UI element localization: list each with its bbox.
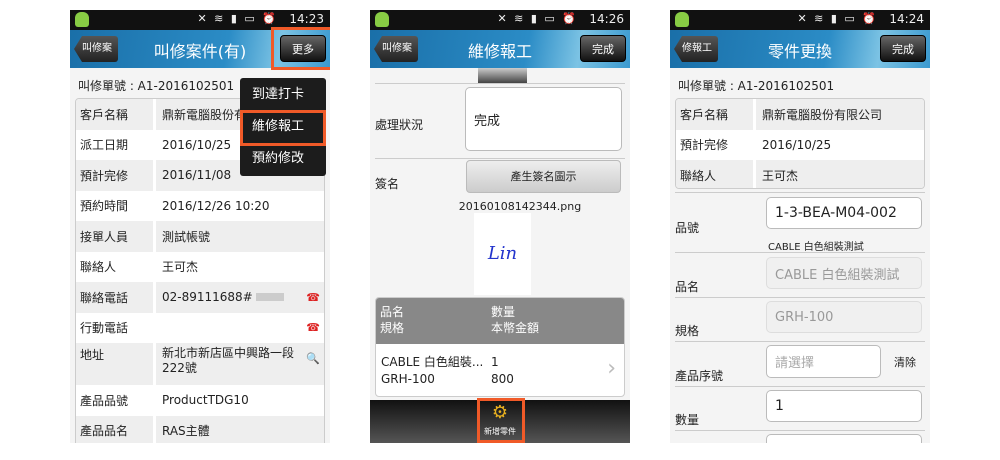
part-name-label: 品名 <box>675 280 700 294</box>
highlight-box <box>240 110 326 146</box>
row-value: RAS主體 <box>162 424 210 439</box>
chevron-right-icon: › <box>607 356 616 381</box>
table-row: 產品品名 RAS主體 <box>76 415 324 443</box>
status-field[interactable]: 完成 <box>465 87 622 151</box>
row-label: 產品品名 <box>76 415 156 443</box>
serial-label: 產品序號 <box>675 369 724 383</box>
signature-filename: 20160108142344.png <box>458 200 582 213</box>
phone-call-icon[interactable]: ☎ <box>306 321 320 334</box>
col-amount: 本幣金額 <box>491 321 540 335</box>
status-bar: ✕ ≋ ▮ ▭ ⏰ 14:26 <box>370 10 630 30</box>
part-spec: GRH-100 <box>381 372 435 386</box>
part-name-input: CABLE 白色組裝測試 <box>766 257 922 289</box>
status-icons: ✕ ≋ ▮ ▭ ⏰ <box>797 12 878 25</box>
row-label: 產品品號 <box>76 385 156 416</box>
android-icon <box>375 12 389 27</box>
row-label: 行動電話 <box>76 312 156 343</box>
status-icons: ✕ ≋ ▮ ▭ ⏰ <box>197 12 278 25</box>
row-value: ProductTDG10 <box>162 393 249 408</box>
row-value: 鼎新電腦股份有限公司 <box>762 107 883 122</box>
row-value: 王可杰 <box>762 168 799 183</box>
table-row: 產品品號 ProductTDG10 <box>76 385 324 416</box>
row-label: 預約時間 <box>76 190 156 221</box>
parts-table: 品名規格 數量本幣金額 CABLE 白色組裝... GRH-100 1 800 › <box>375 297 625 397</box>
order-number: 叫修單號 : A1-2016102501 <box>78 79 235 93</box>
row-label: 接單人員 <box>76 221 156 252</box>
row-label: 聯絡電話 <box>76 282 156 313</box>
map-search-icon[interactable]: 🔍 <box>306 351 320 366</box>
row-value: 新北市新店區中興路一段222號 <box>162 346 295 375</box>
part-row[interactable]: CABLE 白色組裝... GRH-100 1 800 › <box>376 344 624 396</box>
row-value: 測試帳號 <box>162 229 211 244</box>
row-value: 2016/10/25 <box>762 137 832 152</box>
next-input[interactable] <box>766 434 922 443</box>
qty-label: 數量 <box>675 413 700 427</box>
clear-button[interactable]: 清除 <box>894 354 916 370</box>
spec-input: GRH-100 <box>766 301 922 333</box>
status-icons: ✕ ≋ ▮ ▭ ⏰ <box>497 12 578 25</box>
serial-select[interactable]: 請選擇 <box>766 345 881 378</box>
redacted-extension <box>255 293 284 302</box>
row-label: 聯絡人 <box>676 160 756 188</box>
col-spec: 規格 <box>380 321 405 335</box>
phone-screen-case: ✕ ≋ ▮ ▭ ⏰ 14:23 叫修案 叫修案件(有) 更多 叫修單號 : A1-… <box>70 10 330 443</box>
highlight-box <box>477 398 525 443</box>
table-row: 接單人員 測試帳號 <box>76 221 324 252</box>
status-bar: ✕ ≋ ▮ ▭ ⏰ 14:24 <box>670 10 930 30</box>
done-button[interactable]: 完成 <box>880 35 926 62</box>
table-row: 聯絡人 王可杰 <box>76 251 324 282</box>
table-row: 客戶名稱 鼎新電腦股份有限公司 <box>676 99 924 130</box>
table-row: 聯絡電話 02-89111688# ☎ <box>76 282 324 313</box>
row-label: 聯絡人 <box>76 251 156 282</box>
android-icon <box>675 12 689 27</box>
clock: 14:23 <box>289 12 324 26</box>
part-qty: 1 <box>491 355 499 369</box>
order-number: 叫修單號 : A1-2016102501 <box>678 79 835 93</box>
row-label: 客戶名稱 <box>76 99 156 130</box>
table-row: 地址 新北市新店區中興路一段222號 🔍 <box>76 343 324 385</box>
part-no-description: CABLE 白色組裝測試 <box>768 242 864 253</box>
row-label: 客戶名稱 <box>676 99 756 130</box>
phone-call-icon[interactable]: ☎ <box>306 291 320 304</box>
android-icon <box>75 12 89 27</box>
table-row: 行動電話 ☎ <box>76 312 324 343</box>
generate-signature-button[interactable]: 產生簽名圖示 <box>466 160 621 193</box>
phone-screen-part-replace: ✕ ≋ ▮ ▭ ⏰ 14:24 修報工 零件更換 完成 叫修單號 : A1-201… <box>670 10 930 443</box>
row-label: 預計完修 <box>76 160 156 191</box>
row-value: 王可杰 <box>162 260 199 275</box>
highlight-box <box>271 27 330 70</box>
row-label: 派工日期 <box>76 129 156 160</box>
row-value: 02-89111688# <box>162 290 253 305</box>
clock: 14:24 <box>889 12 924 26</box>
case-summary-table: 客戶名稱 鼎新電腦股份有限公司 預計完修 2016/10/25 聯絡人 王可杰 <box>675 98 925 189</box>
signature-label: 簽名 <box>375 177 400 191</box>
header: 修報工 零件更換 完成 <box>670 30 930 68</box>
part-amount: 800 <box>491 372 514 386</box>
signature-image[interactable]: Lin <box>474 213 531 295</box>
part-no-input[interactable]: 1-3-BEA-M04-002 <box>766 197 922 229</box>
menu-item-arrival-checkin[interactable]: 到達打卡 <box>240 80 326 110</box>
part-no-label: 品號 <box>675 221 700 235</box>
phone-screen-repair-report: ✕ ≋ ▮ ▭ ⏰ 14:26 叫修案 維修報工 完成 處理狀況 完成 簽名 產生… <box>370 10 630 443</box>
col-qty: 數量 <box>491 305 516 319</box>
spec-label: 規格 <box>675 324 700 338</box>
done-button[interactable]: 完成 <box>580 35 626 62</box>
table-row: 預約時間 2016/12/26 10:20 <box>76 190 324 221</box>
table-row: 聯絡人 王可杰 <box>676 160 924 188</box>
row-label: 地址 <box>76 343 156 385</box>
col-name: 品名 <box>380 305 405 319</box>
qty-input[interactable]: 1 <box>766 390 922 422</box>
row-label: 預計完修 <box>676 129 756 160</box>
table-row: 預計完修 2016/10/25 <box>676 129 924 160</box>
photo-thumbnail[interactable] <box>478 68 527 83</box>
part-name: CABLE 白色組裝... <box>381 355 484 369</box>
parts-table-header: 品名規格 數量本幣金額 <box>376 298 624 344</box>
clock: 14:26 <box>589 12 624 26</box>
status-label: 處理狀況 <box>375 118 424 132</box>
row-value: 2016/12/26 10:20 <box>162 198 270 213</box>
header: 叫修案 維修報工 完成 <box>370 30 630 68</box>
menu-item-reschedule[interactable]: 預約修改 <box>240 144 326 174</box>
